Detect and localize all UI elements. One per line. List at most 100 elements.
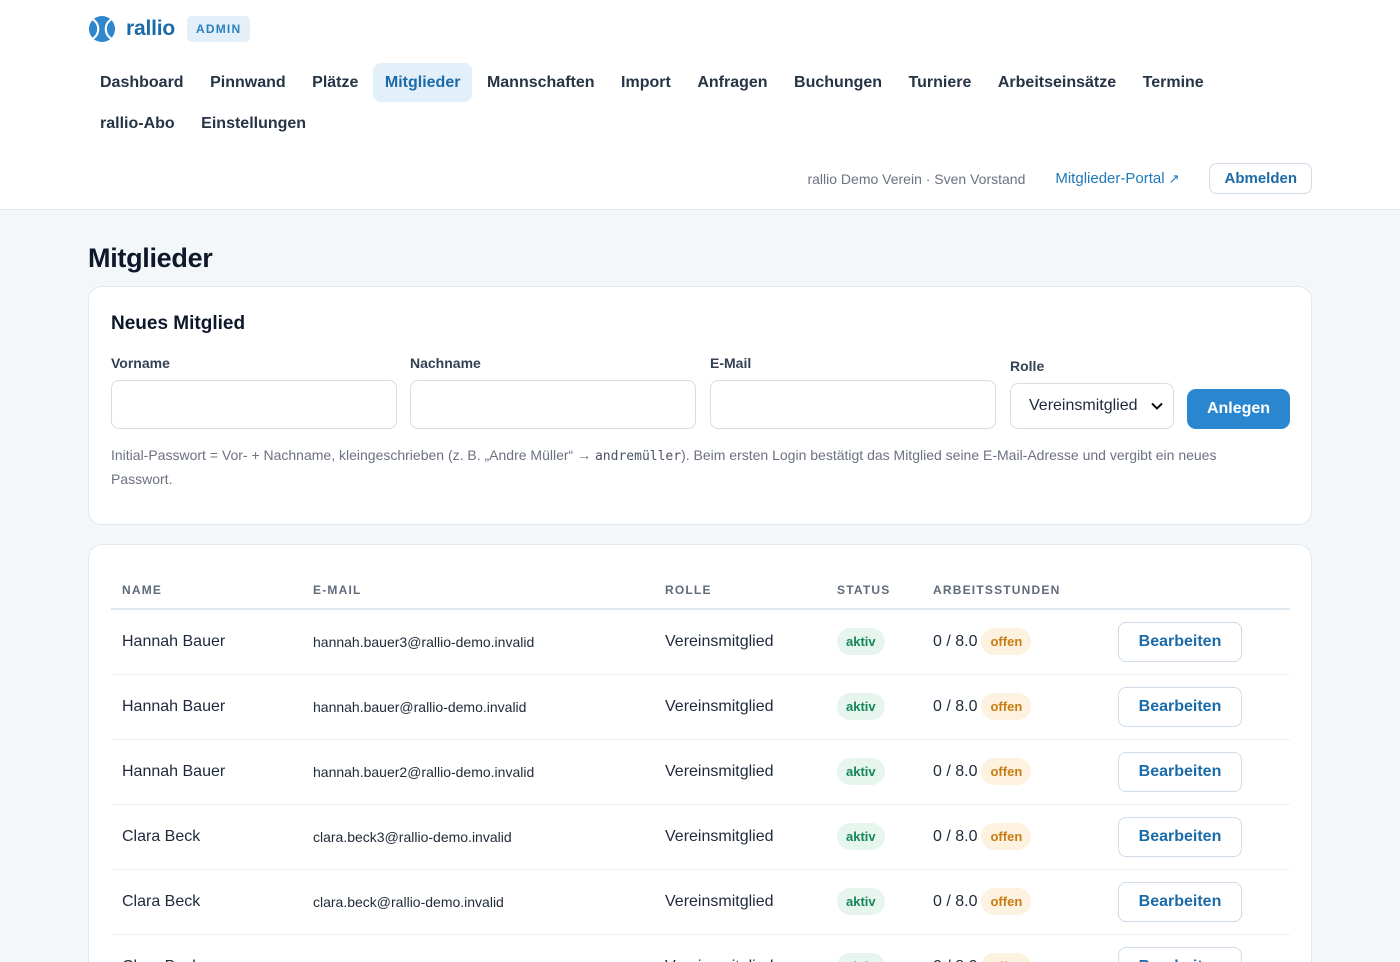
status-badge: aktiv — [837, 628, 885, 656]
member-portal-link[interactable]: Mitglieder-Portal ↗ — [1055, 170, 1179, 187]
member-status-cell: aktiv — [826, 804, 922, 870]
member-hours-cell: 0 / 8.0offen — [922, 804, 1106, 870]
nav-item-mannschaften[interactable]: Mannschaften — [475, 63, 607, 102]
nav-item-pinnwand[interactable]: Pinnwand — [198, 63, 298, 102]
nav-item-plätze[interactable]: Plätze — [300, 63, 370, 102]
member-hours-cell: 0 / 8.0offen — [922, 609, 1106, 675]
page-title: Mitglieder — [88, 243, 213, 273]
member-name: Clara Beck — [111, 804, 302, 870]
member-name: Hannah Bauer — [111, 674, 302, 740]
member-hours-cell: 0 / 8.0 offen — [922, 934, 1106, 962]
member-role: Vereinsmitglied — [654, 869, 826, 935]
column-header-actions — [1106, 571, 1290, 610]
last-name-input[interactable] — [410, 380, 696, 429]
role-label: Rolle — [1010, 358, 1045, 374]
member-email: hannah.bauer2@rallio-demo.invalid — [302, 739, 654, 805]
brand-name: rallio — [126, 17, 175, 40]
member-portal-label: Mitglieder-Portal — [1055, 170, 1165, 187]
member-status-cell: aktiv — [826, 869, 922, 935]
email-label: E-Mail — [710, 355, 752, 371]
member-name: Hannah Bauer — [111, 739, 302, 805]
hours-status-badge: offen — [981, 758, 1032, 785]
member-role: Vereinsmitglied — [654, 804, 826, 870]
table-row: Clara Beck clara.beck3@rallio-demo.invali… — [111, 804, 1290, 870]
member-email: clara.beck3@rallio-demo.invalid — [302, 804, 654, 870]
nav-item-einstellungen[interactable]: Einstellungen — [189, 104, 318, 143]
club-user-info: rallio Demo Verein · Sven Vorstand — [807, 170, 1026, 187]
work-hours: 0 / 8.0 — [933, 698, 978, 715]
member-role: Vereinsmitglied — [654, 739, 826, 805]
column-header-role[interactable]: ROLLE — [654, 571, 826, 610]
table-row: Clara Beck clara.beck@rallio-demo.invalid… — [111, 869, 1290, 935]
nav-item-mitglieder[interactable]: Mitglieder — [372, 63, 473, 102]
status-badge: aktiv — [837, 758, 885, 785]
column-header-name[interactable]: NAME — [111, 571, 302, 610]
member-status-cell: aktiv — [826, 609, 922, 675]
member-actions-cell: Bearbeiten — [1106, 674, 1290, 740]
member-status-cell: aktiv — [826, 674, 922, 740]
create-member-button[interactable]: Anlegen — [1187, 389, 1290, 429]
table-row: Hannah Bauer hannah.bauer3@rallio-demo.in… — [111, 609, 1290, 675]
last-name-label: Nachname — [410, 355, 481, 371]
brand[interactable]: rallio ADMIN — [88, 15, 251, 43]
edit-member-button[interactable]: Bearbeiten — [1118, 946, 1242, 962]
edit-member-button[interactable]: Bearbeiten — [1118, 751, 1242, 792]
tennis-ball-logo-icon — [89, 16, 115, 42]
member-actions-cell: Bearbeiten — [1106, 934, 1290, 962]
members-table-body: Hannah Bauer hannah.bauer3@rallio-demo.in… — [111, 609, 1290, 962]
edit-member-button[interactable]: Bearbeiten — [1118, 686, 1242, 727]
member-email: hannah.bauer@rallio-demo.invalid — [302, 674, 654, 740]
external-link-icon: ↗ — [1168, 171, 1180, 186]
user-bar: rallio Demo Verein · Sven Vorstand Mitgl… — [807, 163, 1312, 194]
member-hours-cell: 0 / 8.0offen — [922, 739, 1106, 805]
nav-item-import[interactable]: Import — [609, 63, 683, 102]
logout-button[interactable]: Abmelden — [1209, 163, 1312, 194]
nav-item-dashboard[interactable]: Dashboard — [88, 63, 196, 102]
column-header-hours[interactable]: ARBEITSSTUNDEN — [922, 571, 1106, 610]
member-status-cell: aktiv — [826, 739, 922, 805]
member-role: Vereinsmitglied — [654, 934, 826, 962]
nav-item-turniere[interactable]: Turniere — [897, 63, 984, 102]
hours-status-badge: offen — [981, 823, 1032, 850]
member-email: clara.beck@rallio-demo.invalid — [302, 869, 654, 935]
members-table: NAME E-MAIL ROLLE STATUS ARBEITSSTUNDEN … — [111, 571, 1290, 962]
member-name: Clara Beck — [111, 869, 302, 935]
new-member-title: Neues Mitglied — [111, 313, 246, 334]
member-actions-cell: Bearbeiten — [1106, 609, 1290, 675]
edit-member-button[interactable]: Bearbeiten — [1118, 816, 1242, 857]
member-email: hannah.bauer3@rallio-demo.invalid — [302, 609, 654, 675]
email-input[interactable] — [710, 380, 996, 429]
member-email: clara.beck2@rallio-demo.invalid — [302, 934, 654, 962]
nav-item-anfragen[interactable]: Anfragen — [685, 63, 779, 102]
work-hours: 0 / 8.0 — [933, 958, 977, 962]
table-row: Clara Beckclara.beck2@rallio-demo.invali… — [111, 934, 1290, 962]
hint-text-before: Initial-Passwort = Vor- + Nachname, klei… — [111, 447, 595, 463]
admin-badge: ADMIN — [186, 16, 251, 42]
column-header-email[interactable]: E-MAIL — [302, 571, 654, 610]
main-nav: Dashboard Pinnwand Plätze Mitglieder Mannsch… — [88, 63, 1318, 143]
edit-member-button[interactable]: Bearbeiten — [1118, 621, 1242, 662]
column-header-status[interactable]: STATUS — [826, 571, 922, 610]
member-name: Clara Beck — [111, 934, 302, 962]
member-actions-cell: Bearbeiten — [1106, 869, 1290, 935]
first-name-input[interactable] — [111, 380, 397, 429]
new-member-card: Neues Mitglied Vorname Nachname E-Mail R… — [88, 286, 1312, 525]
edit-member-button[interactable]: Bearbeiten — [1118, 881, 1242, 922]
nav-item-termine[interactable]: Termine — [1131, 63, 1216, 102]
member-role: Vereinsmitglied — [654, 674, 826, 740]
nav-item-arbeitseinsätze[interactable]: Arbeitseinsätze — [986, 63, 1128, 102]
table-row: Hannah Bauer hannah.bauer@rallio-demo.inv… — [111, 674, 1290, 740]
work-hours: 0 / 8.0 — [933, 763, 978, 780]
nav-item-rallio-abo[interactable]: rallio-Abo — [88, 104, 187, 143]
first-name-label: Vorname — [111, 355, 170, 371]
role-select[interactable]: Vereinsmitglied — [1010, 383, 1174, 429]
status-badge: aktiv — [837, 693, 885, 720]
member-role: Vereinsmitglied — [654, 609, 826, 675]
hours-status-badge: offen — [981, 953, 1032, 962]
status-badge: aktiv — [837, 823, 885, 850]
member-name: Hannah Bauer — [111, 609, 302, 675]
hint-password-example: andremüller — [594, 449, 682, 464]
nav-item-buchungen[interactable]: Buchungen — [782, 63, 894, 102]
hours-status-badge: offen — [981, 888, 1032, 915]
status-badge: aktiv — [837, 953, 885, 962]
